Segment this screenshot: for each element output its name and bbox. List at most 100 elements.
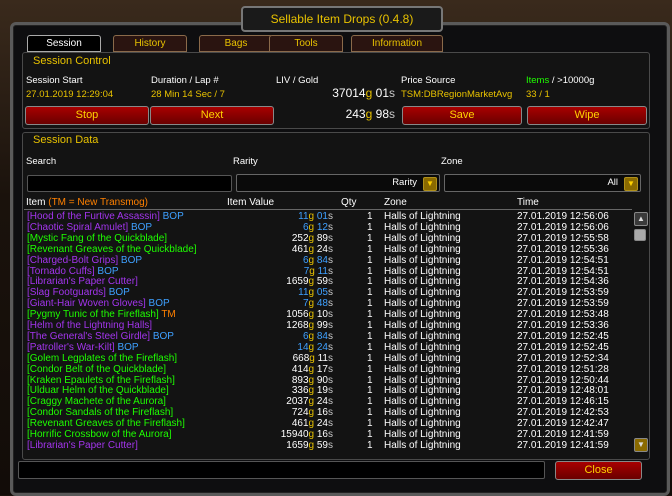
chevron-down-icon[interactable]: ▼ <box>423 177 437 191</box>
item-name[interactable]: [Librarian's Paper Cutter] <box>27 276 138 287</box>
table-row[interactable]: [Revenant Greaves of the Fireflash] 461g … <box>24 418 634 429</box>
table-row[interactable]: [Ulduar Helm of the Quickblade] 336g 19s 1… <box>24 385 634 396</box>
table-row[interactable]: [Revenant Greaves of the Quickblade] 461g… <box>24 244 634 255</box>
item-name[interactable]: [Charged-Bolt Grips] BOP <box>27 255 142 266</box>
item-zone: Halls of Lightning <box>384 385 461 397</box>
item-zone: Halls of Lightning <box>384 265 461 277</box>
item-value: 461g 24s <box>291 243 333 255</box>
tab-information[interactable]: Information <box>351 35 443 52</box>
item-time: 27.01.2019 12:48:01 <box>517 385 609 397</box>
item-name[interactable]: [Mystic Fang of the Quickblade] <box>27 233 167 244</box>
item-qty: 1 <box>367 385 373 397</box>
table-row[interactable]: [The General's Steel Girdle] BOP 6g 84s 1 H… <box>24 331 634 342</box>
table-row[interactable]: [Slag Footguards] BOP 11g 05s 1 Halls of Li… <box>24 287 634 298</box>
table-row[interactable]: [Kraken Epaulets of the Fireflash] 893g 9… <box>24 375 634 386</box>
chat-input[interactable] <box>18 461 545 479</box>
table-row[interactable]: [Chaotic Spiral Amulet] BOP 6g 12s 1 Halls … <box>24 222 634 233</box>
table-row[interactable]: [Tornado Cuffs] BOP 7g 11s 1 Halls of Light… <box>24 266 634 277</box>
item-name[interactable]: [Condor Sandals of the Fireflash] <box>27 407 173 418</box>
table-row[interactable]: [Mystic Fang of the Quickblade] 252g 89s 1… <box>24 233 634 244</box>
close-button[interactable]: Close <box>555 461 642 480</box>
tab-tools[interactable]: Tools <box>269 35 343 52</box>
table-row[interactable]: [Golem Legplates of the Fireflash] 668g 1… <box>24 353 634 364</box>
zone-dropdown[interactable]: All ▼ <box>444 174 641 192</box>
tab-bags[interactable]: Bags <box>199 35 273 52</box>
table-row[interactable]: [Librarian's Paper Cutter] 1659g 59s 1 Hall… <box>24 440 634 451</box>
item-time: 27.01.2019 12:52:45 <box>517 341 609 353</box>
item-name[interactable]: [Horrific Crossbow of the Aurora] <box>27 429 172 440</box>
item-zone: Halls of Lightning <box>384 243 461 255</box>
item-name[interactable]: [Kraken Epaulets of the Fireflash] <box>27 375 175 386</box>
item-zone: Halls of Lightning <box>384 211 461 222</box>
item-value: 252g 89s <box>291 232 333 244</box>
wipe-button[interactable]: Wipe <box>527 106 647 125</box>
column-header-zone[interactable]: Zone <box>384 197 407 208</box>
item-name[interactable]: [Ulduar Helm of the Quickblade] <box>27 385 169 396</box>
item-qty: 1 <box>367 330 373 342</box>
scrollbar[interactable]: ▲ ▼ <box>634 212 648 452</box>
item-name[interactable]: [Revenant Greaves of the Quickblade] <box>27 244 197 255</box>
table-row[interactable]: [Patroller's War-Kilt] BOP 14g 24s 1 Halls … <box>24 342 634 353</box>
item-time: 27.01.2019 12:54:36 <box>517 276 609 288</box>
item-zone: Halls of Lightning <box>384 298 461 310</box>
item-name[interactable]: [Golem Legplates of the Fireflash] <box>27 353 177 364</box>
table-row[interactable]: [Condor Belt of the Quickblade] 414g 17s 1… <box>24 364 634 375</box>
table-row[interactable]: [Librarian's Paper Cutter] 1659g 59s 1 Hall… <box>24 276 634 287</box>
item-time: 27.01.2019 12:55:58 <box>517 232 609 244</box>
stop-button[interactable]: Stop <box>25 106 149 125</box>
table-row[interactable]: [Charged-Bolt Grips] BOP 6g 84s 1 Halls of … <box>24 255 634 266</box>
item-tag: BOP <box>150 330 174 342</box>
item-name[interactable]: [Pygmy Tunic of the Fireflash] TM <box>27 309 176 320</box>
item-zone: Halls of Lightning <box>384 418 461 430</box>
table-row[interactable]: [Pygmy Tunic of the Fireflash] TM 1056g 1… <box>24 309 634 320</box>
item-zone: Halls of Lightning <box>384 363 461 375</box>
duration-value: 28 Min 14 Sec / 7 <box>151 89 225 100</box>
liv-total-silver: 01 <box>375 86 389 100</box>
search-input[interactable] <box>27 175 232 192</box>
table-row[interactable]: [Helm of the Lightning Halls] 1268g 99s 1 H… <box>24 320 634 331</box>
chevron-down-icon[interactable]: ▼ <box>634 438 648 452</box>
item-name[interactable]: [Craggy Machete of the Aurora] <box>27 396 166 407</box>
column-header-value[interactable]: Item Value <box>227 197 274 208</box>
column-header-item[interactable]: Item (TM = New Transmog) <box>26 197 148 208</box>
item-qty: 1 <box>367 232 373 244</box>
item-name[interactable]: [Patroller's War-Kilt] BOP <box>27 342 139 353</box>
session-control-title: Session Control <box>33 55 111 67</box>
item-name[interactable]: [Revenant Greaves of the Fireflash] <box>27 418 185 429</box>
item-name[interactable]: [Slag Footguards] BOP <box>27 287 130 298</box>
item-name[interactable]: [Hood of the Furtive Assassin] BOP <box>27 211 184 222</box>
item-name[interactable]: [Giant-Hair Woven Gloves] BOP <box>27 298 170 309</box>
tab-history[interactable]: History <box>113 35 187 52</box>
table-row[interactable]: [Condor Sandals of the Fireflash] 724g 16… <box>24 407 634 418</box>
item-name[interactable]: [The General's Steel Girdle] BOP <box>27 331 174 342</box>
item-time: 27.01.2019 12:55:36 <box>517 243 609 255</box>
item-time: 27.01.2019 12:50:44 <box>517 374 609 386</box>
table-row[interactable]: [Craggy Machete of the Aurora] 2037g 24s 1… <box>24 396 634 407</box>
next-button[interactable]: Next <box>150 106 274 125</box>
column-header-qty[interactable]: Qty <box>341 197 357 208</box>
table-row[interactable]: [Giant-Hair Woven Gloves] BOP 7g 48s 1 Hall… <box>24 298 634 309</box>
save-button[interactable]: Save <box>402 106 522 125</box>
item-name[interactable]: [Librarian's Paper Cutter] <box>27 440 138 451</box>
chevron-up-icon[interactable]: ▲ <box>634 212 648 226</box>
table-row[interactable]: [Hood of the Furtive Assassin] BOP 11g 01… <box>24 211 634 222</box>
item-name[interactable]: [Chaotic Spiral Amulet] BOP <box>27 222 152 233</box>
chevron-down-icon[interactable]: ▼ <box>624 177 638 191</box>
item-tag: BOP <box>118 254 143 266</box>
item-value: 893g 90s <box>291 374 333 386</box>
tab-session[interactable]: Session <box>27 35 101 52</box>
item-name[interactable]: [Tornado Cuffs] BOP <box>27 266 119 277</box>
item-name[interactable]: [Condor Belt of the Quickblade] <box>27 364 166 375</box>
rarity-dropdown[interactable]: Rarity ▼ <box>236 174 440 192</box>
price-source-value: TSM:DBRegionMarketAvg <box>401 89 513 100</box>
scroll-thumb[interactable] <box>634 229 646 241</box>
window-title[interactable]: Sellable Item Drops (0.4.8) <box>241 6 443 32</box>
item-qty: 1 <box>367 396 373 408</box>
item-tag: TM <box>158 309 176 321</box>
item-name[interactable]: [Helm of the Lightning Halls] <box>27 320 152 331</box>
item-qty: 1 <box>367 298 373 310</box>
table-row[interactable]: [Horrific Crossbow of the Aurora] 15940g … <box>24 429 634 440</box>
header-divider <box>24 209 632 210</box>
item-value: 6g 12s <box>302 221 333 233</box>
column-header-time[interactable]: Time <box>517 197 539 208</box>
